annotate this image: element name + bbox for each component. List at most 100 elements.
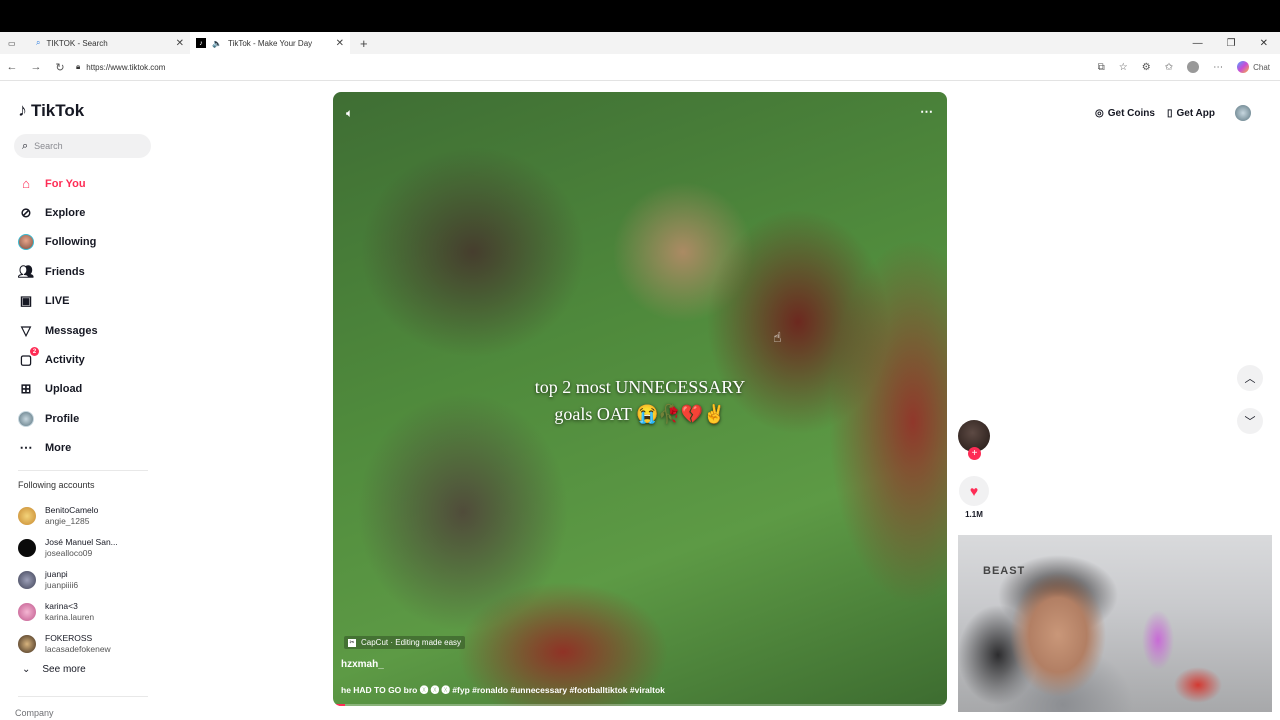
window-controls: — ❐ ✕	[1193, 38, 1280, 49]
favorite-star-icon[interactable]: ☆	[1119, 62, 1128, 73]
new-tab-button[interactable]: +	[350, 36, 378, 51]
lock-icon: 🔒︎	[76, 62, 81, 71]
following-avatar	[18, 234, 34, 251]
profile-avatar	[18, 410, 34, 427]
video-progress-fill	[333, 704, 346, 706]
live-icon: ▣	[19, 293, 33, 309]
tab-list-icon[interactable]: ▭	[8, 39, 16, 48]
video-player[interactable]: 🔈︎ ⋯ top 2 most UNNECESSARY goals OAT 😭🥀…	[333, 92, 947, 706]
browser-tab-bar: ▭ ⌕ TIKTOK - Search ✕ ♪ 🔈 TikTok - Make …	[0, 32, 1280, 54]
url-field[interactable]: 🔒︎ https://www.tiktok.com	[76, 62, 1098, 72]
account-name: FOKEROSS	[45, 633, 93, 643]
following-account-item[interactable]: BenitoCamelo angie_1285	[18, 500, 118, 532]
nav-profile[interactable]: Profile	[18, 404, 98, 433]
browser-tab-tiktok[interactable]: ♪ 🔈 TikTok - Make Your Day ✕	[190, 32, 350, 54]
compass-icon: ⊘	[20, 205, 32, 221]
activity-badge: 2	[30, 347, 39, 357]
search-placeholder: Search	[34, 141, 63, 151]
account-name: juanpi	[45, 569, 68, 579]
nav-label: LIVE	[45, 295, 70, 308]
next-video-button[interactable]: ﹀	[1237, 408, 1263, 434]
video-description: he HAD TO GO bro 🅧 🅧 🅧 #fyp #ronaldo #un…	[341, 685, 665, 695]
nav-friends[interactable]: 👥︎ Friends	[18, 257, 98, 286]
capcut-tag[interactable]: ✂ CapCut · Editing made easy	[344, 636, 466, 649]
chat-button[interactable]: Chat	[1253, 63, 1270, 72]
following-account-item[interactable]: FOKEROSS lacasadefokenew	[18, 628, 118, 660]
nav-label: Profile	[45, 412, 80, 425]
close-tab-icon[interactable]: ✕	[336, 38, 344, 49]
nav-following[interactable]: Following	[18, 228, 98, 257]
like-button[interactable]: ♥	[959, 476, 989, 506]
nav-activity[interactable]: ▢ 2 Activity	[18, 345, 98, 374]
caption-line: top 2 most UNNECESSARY	[534, 377, 746, 397]
account-avatar	[18, 539, 36, 557]
tiktok-favicon-icon: ♪	[196, 38, 206, 48]
divider	[18, 696, 148, 697]
refresh-icon[interactable]: ↻	[48, 61, 72, 74]
browser-tab-search[interactable]: ▭	[0, 32, 30, 54]
minimize-icon[interactable]: —	[1193, 38, 1203, 49]
search-icon: ⌕	[36, 38, 41, 47]
account-handle: lacasadefokenew	[45, 644, 111, 654]
user-avatar[interactable]	[1235, 105, 1251, 121]
forward-icon[interactable]: →	[24, 61, 48, 73]
video-caption-overlay: top 2 most UNNECESSARY goals OAT 😭🥀💔✌️	[333, 374, 947, 428]
capcut-label: CapCut · Editing made easy	[361, 638, 462, 647]
maximize-icon[interactable]: ❐	[1227, 38, 1236, 49]
logo-text: TikTok	[31, 100, 85, 120]
get-coins-button[interactable]: ◎ Get Coins	[1095, 108, 1155, 119]
upload-icon: ⊞	[20, 381, 32, 397]
account-avatar	[18, 603, 36, 621]
browser-profile-icon[interactable]	[1187, 61, 1200, 73]
browser-toolbar: ⧉ ☆ ⚙ ✩ ⋯ Chat	[1098, 61, 1280, 73]
divider	[18, 470, 148, 471]
tiktok-logo[interactable]: ♪ TikTok	[18, 100, 84, 121]
account-handle: josealloco09	[45, 548, 93, 558]
creator-avatar[interactable]: +	[958, 420, 990, 460]
close-tab-icon[interactable]: ✕	[176, 38, 184, 49]
video-progress-bar[interactable]	[333, 704, 947, 706]
back-icon[interactable]: ←	[0, 61, 24, 73]
home-icon: ⌂	[22, 176, 30, 192]
following-account-item[interactable]: José Manuel San... josealloco09	[18, 532, 118, 564]
video-author[interactable]: hzxmah_	[341, 659, 384, 670]
heart-icon: ♥	[969, 483, 979, 499]
nav-for-you[interactable]: ⌂ For You	[18, 169, 98, 198]
nav-more[interactable]: ⋯ More	[18, 434, 98, 463]
favorites-icon[interactable]: ✩	[1165, 62, 1173, 73]
search-input[interactable]: ⌕ Search	[14, 134, 151, 158]
nav-explore[interactable]: ⊘ Explore	[18, 198, 98, 227]
browser-tab-search[interactable]: ⌕ TIKTOK - Search ✕	[30, 32, 190, 54]
nav-label: Explore	[45, 207, 86, 220]
footer-company-link[interactable]: Company	[15, 708, 54, 718]
previous-video-button[interactable]: ︿	[1237, 365, 1263, 391]
following-account-item[interactable]: karina<3 karina.lauren	[18, 596, 118, 628]
tiktok-note-icon: ♪	[18, 100, 27, 120]
following-accounts-list: BenitoCamelo angie_1285 José Manuel San..…	[18, 500, 118, 660]
see-more-button[interactable]: ⌄ See more	[22, 664, 86, 675]
more-options-icon[interactable]: ⋯	[920, 104, 933, 120]
follow-plus-icon[interactable]: +	[968, 447, 981, 460]
account-avatar	[18, 635, 36, 653]
get-app-button[interactable]: ▯ Get App	[1167, 108, 1215, 119]
following-accounts-title: Following accounts	[18, 480, 95, 490]
nav-live[interactable]: ▣ LIVE	[18, 287, 98, 316]
volume-icon[interactable]: 🔈︎	[346, 106, 353, 121]
nav-label: Messages	[45, 324, 98, 337]
speaker-icon[interactable]: 🔈	[212, 39, 222, 48]
nav-upload[interactable]: ⊞ Upload	[18, 375, 98, 404]
webcam-poster-text: BEAST	[983, 565, 1026, 577]
account-avatar	[18, 507, 36, 525]
app-available-icon[interactable]: ⧉	[1098, 62, 1105, 73]
extensions-icon[interactable]: ⚙	[1142, 62, 1151, 73]
friends-icon: 👥︎	[17, 263, 35, 279]
account-name: José Manuel San...	[45, 537, 118, 547]
copilot-icon[interactable]	[1237, 61, 1250, 73]
messages-icon: ▽	[21, 322, 31, 338]
close-window-icon[interactable]: ✕	[1260, 38, 1268, 49]
main-nav: ⌂ For You ⊘ Explore Following 👥︎ Friends…	[18, 169, 98, 463]
following-account-item[interactable]: juanpi juanpiiii6	[18, 564, 118, 596]
menu-dots-icon[interactable]: ⋯	[1213, 62, 1223, 73]
video-actions: + ♥ 1.1M	[958, 420, 990, 519]
nav-messages[interactable]: ▽ Messages	[18, 316, 98, 345]
